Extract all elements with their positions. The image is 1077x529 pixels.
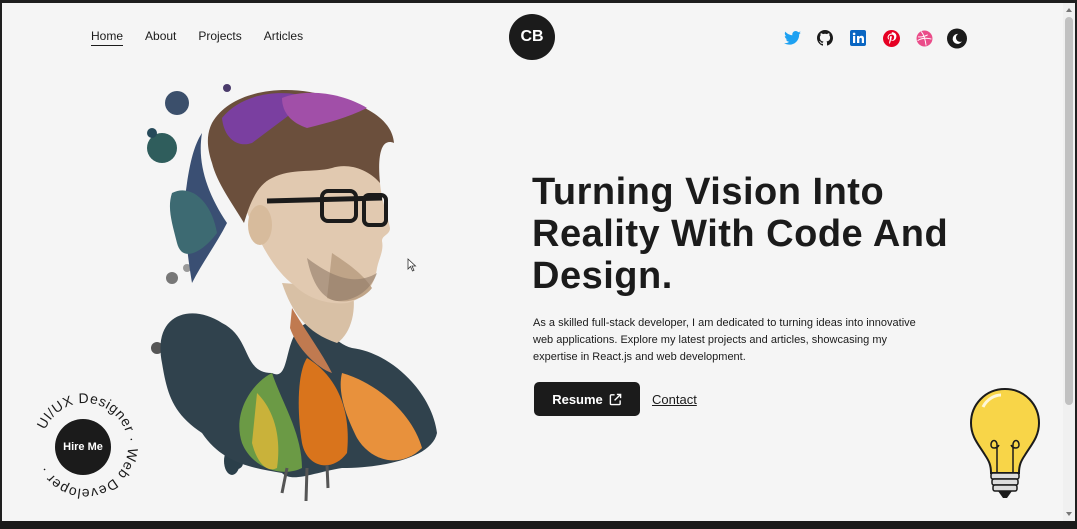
browser-viewport: Home About Projects Articles CB Turning … — [2, 3, 1075, 521]
nav-projects-link[interactable]: Projects — [198, 29, 241, 46]
resume-button-label: Resume — [552, 391, 603, 407]
scrollbar-thumb[interactable] — [1065, 17, 1073, 405]
github-icon[interactable] — [815, 28, 835, 48]
linkedin-icon[interactable] — [848, 28, 868, 48]
vertical-scrollbar[interactable] — [1063, 3, 1075, 521]
nav-home-link[interactable]: Home — [91, 29, 124, 46]
contact-link[interactable]: Contact — [652, 392, 697, 407]
theme-toggle-icon[interactable] — [947, 28, 967, 48]
hire-me-button[interactable]: Hire Me — [55, 419, 111, 475]
lightbulb-icon — [969, 387, 1041, 498]
hero-intro-text: As a skilled full-stack developer, I am … — [533, 317, 916, 363]
hero-headline: Turning Vision Into Reality With Code An… — [532, 171, 949, 297]
nav-about-link[interactable]: About — [145, 29, 176, 46]
external-link-icon — [609, 393, 622, 405]
hire-me-badge: UI/UX Designer · Web Developer · Hire Me — [30, 391, 140, 501]
resume-button[interactable]: Resume — [534, 382, 640, 416]
main-nav: Home About Projects Articles — [91, 29, 303, 46]
scroll-down-arrow-icon[interactable] — [1066, 512, 1072, 516]
logo-badge[interactable]: CB — [509, 14, 555, 60]
mouse-cursor-icon — [407, 258, 417, 272]
developer-portrait-image — [147, 84, 437, 502]
nav-articles-link[interactable]: Articles — [264, 29, 303, 46]
twitter-icon[interactable] — [782, 28, 802, 48]
scroll-up-arrow-icon[interactable] — [1066, 8, 1072, 12]
social-links — [782, 28, 967, 48]
pinterest-icon[interactable] — [881, 28, 901, 48]
taskbar-strip — [0, 521, 1077, 529]
dribbble-icon[interactable] — [914, 28, 934, 48]
